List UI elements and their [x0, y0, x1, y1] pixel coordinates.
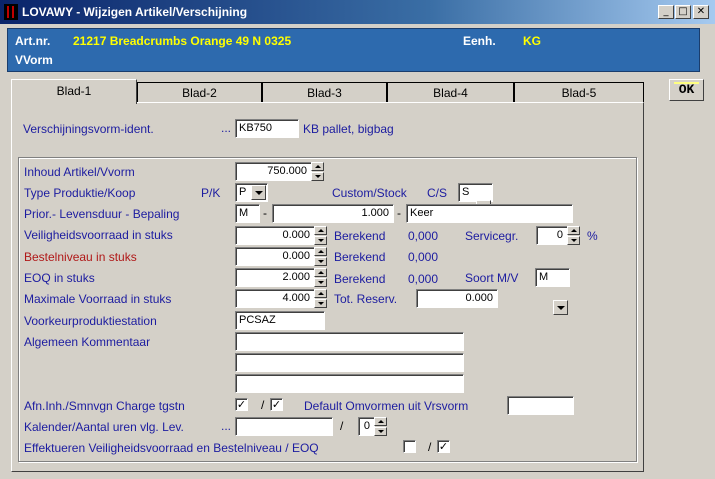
- tab-blad-5[interactable]: Blad-5: [514, 82, 644, 102]
- veilig-berekend-value: 0,000: [408, 229, 439, 243]
- tab-blad-4[interactable]: Blad-4: [387, 82, 514, 102]
- veiligheidsvoorraad-label: Veiligheidsvoorraad in stuks: [24, 228, 173, 242]
- bestelniveau-field[interactable]: 0.000: [235, 247, 315, 266]
- prior-dash-2: -: [397, 206, 401, 220]
- kalender-field[interactable]: [235, 417, 333, 436]
- veilig-berekend-label: Berekend: [334, 229, 386, 243]
- pk-label: P/K: [201, 186, 221, 200]
- vvorm-ident-lookup[interactable]: ...: [221, 121, 231, 135]
- vvorm-label: VVorm: [15, 53, 53, 67]
- soort-mv-label: Soort M/V: [465, 271, 519, 285]
- servicegraad-field[interactable]: 0: [536, 226, 568, 245]
- art-nr-value: 21217 Breadcrumbs Orange 49 N 0325: [73, 34, 292, 48]
- bepaling-field[interactable]: Keer: [406, 204, 573, 223]
- app-icon: [4, 4, 18, 20]
- veiligheidsvoorraad-spinner[interactable]: [314, 226, 327, 245]
- afn-checkbox-1[interactable]: ✓: [235, 398, 248, 411]
- minimize-button[interactable]: _: [658, 5, 674, 19]
- tab-blad-1[interactable]: Blad-1: [11, 79, 137, 104]
- kommentaar-line-2[interactable]: [235, 353, 464, 372]
- afn-inh-label: Afn.Inh./Smnvgn Charge tgstn: [24, 399, 185, 413]
- soort-mv-select[interactable]: M: [535, 268, 570, 287]
- bestel-berekend-value: 0,000: [408, 250, 439, 264]
- vvorm-ident-description: KB pallet, bigbag: [303, 122, 394, 136]
- vvorm-ident-label: Verschijningsvorm-ident.: [23, 122, 154, 136]
- eoq-field[interactable]: 2.000: [235, 268, 315, 287]
- aantal-uren-field[interactable]: 0: [358, 417, 375, 436]
- voorkeur-station-field[interactable]: PCSAZ: [235, 311, 325, 330]
- servicegraad-spinner[interactable]: [567, 226, 580, 245]
- art-nr-label: Art.nr.: [15, 34, 51, 48]
- eoq-spinner[interactable]: [314, 268, 327, 287]
- prior-label: Prior.- Levensduur - Bepaling: [24, 207, 180, 221]
- servicegraad-label: Servicegr.: [465, 229, 519, 243]
- cs-label: C/S: [427, 186, 448, 200]
- bestelniveau-label: Bestelniveau in stuks: [24, 250, 137, 264]
- kalender-slash: /: [340, 419, 344, 433]
- custom-stock-label: Custom/Stock: [332, 186, 407, 200]
- soort-mv-dropdown-icon[interactable]: [553, 300, 568, 315]
- max-voorraad-label: Maximale Voorraad in stuks: [24, 292, 172, 306]
- percent-label: %: [587, 229, 598, 243]
- kalender-label: Kalender/Aantal uren vlg. Lev.: [24, 420, 184, 434]
- afn-checkbox-2[interactable]: ✓: [270, 398, 283, 411]
- type-produktie-label: Type Produktie/Koop: [24, 186, 136, 200]
- effektueren-checkbox-2[interactable]: ✓: [437, 440, 450, 453]
- tot-reserv-label: Tot. Reserv.: [334, 292, 398, 306]
- default-omvormen-label: Default Omvormen uit Vrsvorm: [304, 399, 469, 413]
- prior-dash-1: -: [263, 206, 267, 220]
- inhoud-label: Inhoud Artikel/Vvorm: [24, 165, 135, 179]
- effektueren-checkbox-1[interactable]: [403, 440, 416, 453]
- effektueren-label: Effektueren Veiligheidsvoorraad en Beste…: [24, 441, 319, 455]
- levensduur-field[interactable]: 1.000: [272, 204, 394, 223]
- eoq-berekend-label: Berekend: [334, 272, 386, 286]
- kommentaar-label: Algemeen Kommentaar: [24, 335, 151, 349]
- maximize-button[interactable]: □: [675, 5, 691, 19]
- tab-blad-3[interactable]: Blad-3: [262, 82, 387, 102]
- inhoud-field[interactable]: 750.000: [235, 162, 312, 181]
- max-voorraad-spinner[interactable]: [314, 289, 327, 308]
- kommentaar-line-3[interactable]: [235, 374, 464, 393]
- aantal-uren-spinner[interactable]: [374, 417, 387, 436]
- bestel-berekend-label: Berekend: [334, 250, 386, 264]
- tab-blad-2[interactable]: Blad-2: [137, 82, 262, 102]
- default-omvormen-field[interactable]: [507, 396, 574, 415]
- eoq-berekend-value: 0,000: [408, 272, 439, 286]
- close-button[interactable]: ✕: [693, 5, 709, 19]
- ok-button[interactable]: OK: [669, 79, 704, 101]
- window-title: LOVAWY - Wijzigen Artikel/Verschijning: [22, 5, 248, 19]
- kalender-lookup[interactable]: ...: [221, 419, 231, 433]
- unit-value: KG: [523, 34, 541, 48]
- kommentaar-line-1[interactable]: [235, 332, 464, 351]
- prior-field[interactable]: M: [235, 204, 260, 223]
- eoq-label: EOQ in stuks: [24, 271, 95, 285]
- max-voorraad-field[interactable]: 4.000: [235, 289, 315, 308]
- veiligheidsvoorraad-field[interactable]: 0.000: [235, 226, 315, 245]
- afn-slash: /: [261, 398, 265, 412]
- bestelniveau-spinner[interactable]: [314, 247, 327, 266]
- tot-reserv-field: 0.000: [416, 289, 498, 308]
- vvorm-ident-field[interactable]: KB750: [235, 119, 299, 138]
- inhoud-spinner[interactable]: [311, 162, 324, 181]
- voorkeur-station-label: Voorkeurproduktiestation: [24, 314, 157, 328]
- unit-label: Eenh.: [463, 34, 496, 48]
- effektueren-slash: /: [428, 440, 432, 454]
- pk-dropdown-icon[interactable]: [251, 185, 266, 200]
